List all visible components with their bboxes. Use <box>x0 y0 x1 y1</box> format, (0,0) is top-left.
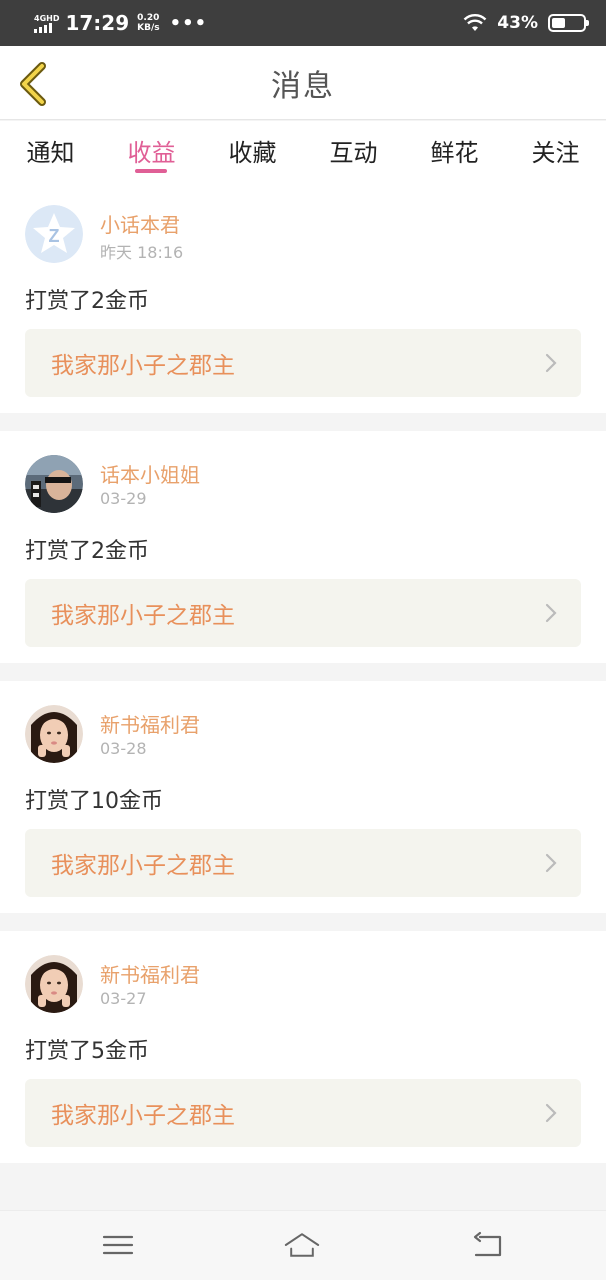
chevron-right-icon <box>545 853 557 873</box>
book-link[interactable]: 我家那小子之郡主 <box>25 1079 581 1147</box>
chevron-right-icon <box>545 1103 557 1123</box>
back-button[interactable] <box>14 62 50 106</box>
book-link[interactable]: 我家那小子之郡主 <box>25 579 581 647</box>
tab-follow[interactable]: 关注 <box>505 121 606 181</box>
tab-interaction[interactable]: 互动 <box>303 121 404 181</box>
reward-text: 打赏了2金币 <box>25 289 149 314</box>
battery-fill <box>552 18 565 28</box>
home-icon[interactable] <box>284 1229 320 1261</box>
chevron-right-icon <box>545 353 557 373</box>
avatar[interactable] <box>25 455 83 513</box>
tab-notice[interactable]: 通知 <box>0 121 101 181</box>
reward-text: 打赏了2金币 <box>25 539 149 564</box>
speed-value: 0.20 <box>137 13 160 23</box>
message-date: 03-27 <box>100 989 147 1008</box>
list-item: Z 小话本君 昨天 18:16 打赏了2金币 我家那小子之郡主 <box>0 181 606 413</box>
more-notifications-icon: ••• <box>169 12 208 34</box>
svg-text:Z: Z <box>49 226 60 246</box>
book-title: 我家那小子之郡主 <box>51 603 235 629</box>
wifi-icon <box>463 14 487 31</box>
username[interactable]: 新书福利君 <box>100 709 200 738</box>
username[interactable]: 话本小姐姐 <box>100 459 200 488</box>
reward-text: 打赏了10金币 <box>25 789 163 814</box>
tab-earnings[interactable]: 收益 <box>101 121 202 181</box>
network-type: 4GHD <box>34 13 60 23</box>
chevron-right-icon <box>545 603 557 623</box>
message-date: 03-29 <box>100 489 147 508</box>
list-item: 新书福利君 03-27 打赏了5金币 我家那小子之郡主 <box>0 931 606 1163</box>
battery-percent: 43% <box>497 13 538 33</box>
tab-bar: 通知 收益 收藏 互动 鲜花 关注 <box>0 121 606 181</box>
book-link[interactable]: 我家那小子之郡主 <box>25 829 581 897</box>
user-photo-icon <box>25 705 83 763</box>
message-date: 昨天 18:16 <box>100 243 184 262</box>
book-title: 我家那小子之郡主 <box>51 353 235 379</box>
user-photo-icon <box>25 455 83 513</box>
user-photo-icon <box>25 955 83 1013</box>
star-logo-icon: Z <box>25 205 83 263</box>
status-bar: 4GHD 17:29 0.20 KB/s ••• 43% <box>0 0 606 46</box>
battery-icon <box>548 14 589 32</box>
book-link[interactable]: 我家那小子之郡主 <box>25 329 581 397</box>
tab-flowers[interactable]: 鲜花 <box>404 121 505 181</box>
system-nav-bar <box>0 1210 606 1280</box>
message-list: Z 小话本君 昨天 18:16 打赏了2金币 我家那小子之郡主 话本小姐姐 03… <box>0 181 606 1181</box>
username[interactable]: 小话本君 <box>100 209 180 238</box>
signal-indicator: 4GHD <box>34 14 59 33</box>
book-title: 我家那小子之郡主 <box>51 1103 235 1129</box>
book-title: 我家那小子之郡主 <box>51 853 235 879</box>
list-item: 话本小姐姐 03-29 打赏了2金币 我家那小子之郡主 <box>0 431 606 663</box>
avatar[interactable] <box>25 705 83 763</box>
back-icon[interactable] <box>470 1229 506 1261</box>
page-title: 消息 <box>271 68 335 104</box>
username[interactable]: 新书福利君 <box>100 959 200 988</box>
avatar[interactable] <box>25 955 83 1013</box>
reward-text: 打赏了5金币 <box>25 1039 149 1064</box>
clock: 17:29 <box>65 11 130 35</box>
avatar[interactable]: Z <box>25 205 83 263</box>
signal-bars-icon <box>34 22 52 33</box>
tab-favorites[interactable]: 收藏 <box>202 121 303 181</box>
speed-unit: KB/s <box>137 23 160 33</box>
network-speed: 0.20 KB/s <box>137 13 159 33</box>
top-bar: 消息 <box>0 46 606 120</box>
menu-icon[interactable] <box>100 1229 136 1261</box>
list-item: 新书福利君 03-28 打赏了10金币 我家那小子之郡主 <box>0 681 606 913</box>
message-date: 03-28 <box>100 739 147 758</box>
